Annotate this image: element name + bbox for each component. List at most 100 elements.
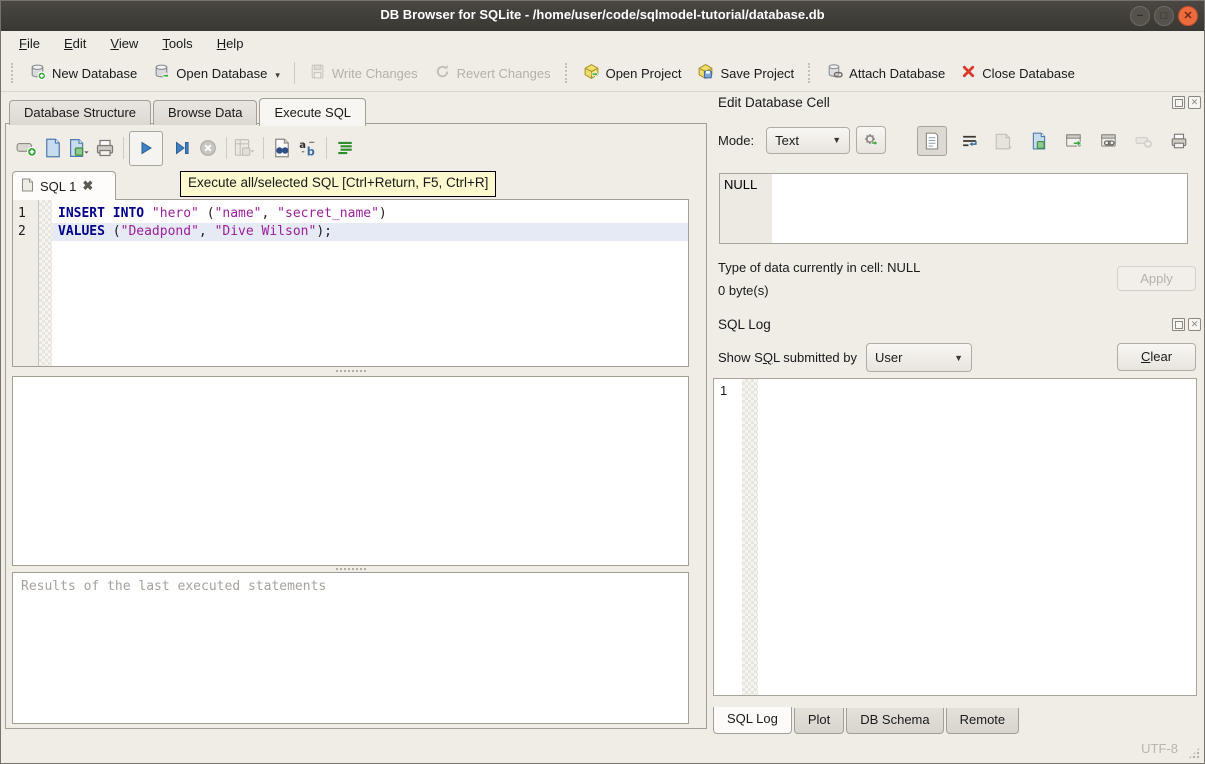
code-line-2: VALUES ("Deadpond", "Dive Wilson"); [52, 223, 688, 241]
close-database-button[interactable]: Close Database [953, 60, 1083, 86]
filter-label: Show SQL submitted by [718, 350, 857, 365]
toolbar-grip[interactable] [11, 63, 15, 83]
menu-view[interactable]: View [100, 34, 148, 53]
toolbar-separator [294, 62, 295, 84]
tab-sql-log[interactable]: SQL Log [713, 707, 792, 734]
tab-plot[interactable]: Plot [794, 708, 844, 734]
log-source-select[interactable]: User ▼ [866, 343, 972, 372]
dock-close-icon[interactable]: ✕ [1188, 318, 1201, 331]
results-grid-panel[interactable] [12, 376, 689, 566]
bottom-dock-tabs: SQL Log Plot DB Schema Remote [713, 708, 1021, 734]
line-number: 1 [18, 205, 38, 223]
cell-value: NULL [724, 177, 757, 192]
sql-document-icon [21, 178, 34, 195]
svg-text:a: a [299, 140, 306, 151]
new-database-icon [29, 63, 46, 83]
open-project-icon [583, 63, 600, 83]
edit-cell-dock-title: Edit Database Cell [718, 95, 830, 110]
cell-editor[interactable]: NULL [719, 173, 1188, 244]
mode-label: Mode: [718, 133, 754, 148]
export-icon[interactable] [1061, 128, 1087, 154]
splitter-handle[interactable] [12, 368, 689, 374]
find-replace-icon[interactable]: ab [295, 135, 321, 161]
sql-toolbar-separator [226, 137, 227, 159]
maximize-button[interactable]: □ [1154, 6, 1174, 26]
tab-database-structure[interactable]: Database Structure [9, 100, 151, 125]
encoding-indicator[interactable]: UTF-8 [1141, 741, 1178, 756]
results-message-panel[interactable]: Results of the last executed statements [12, 572, 689, 724]
tab-browse-data[interactable]: Browse Data [153, 100, 257, 125]
save-project-button[interactable]: Save Project [689, 59, 802, 87]
open-database-button[interactable]: Open Database ▾ [145, 59, 288, 87]
dock-float-icon[interactable] [1172, 318, 1185, 331]
attach-database-button[interactable]: Attach Database [818, 59, 953, 87]
open-database-icon [153, 63, 170, 83]
execute-all-icon [138, 140, 154, 156]
code-area[interactable]: INSERT INTO "hero" ("name", "secret_name… [52, 200, 688, 366]
gear-import-icon [863, 132, 879, 148]
menu-help[interactable]: Help [207, 34, 254, 53]
import-icon[interactable] [991, 128, 1017, 154]
menu-file[interactable]: File [9, 34, 50, 53]
save-sql-file-icon[interactable] [66, 135, 92, 161]
open-database-dropdown-icon[interactable]: ▾ [275, 70, 280, 83]
statusbar: UTF-8 [1, 734, 1204, 763]
minimize-button[interactable]: − [1130, 6, 1150, 26]
toolbar-grip[interactable] [565, 63, 569, 83]
link-icon[interactable] [1096, 128, 1122, 154]
find-icon[interactable] [269, 135, 295, 161]
apply-mode-button[interactable] [856, 126, 886, 154]
close-button[interactable]: ✕ [1178, 6, 1198, 26]
open-project-button[interactable]: Open Project [575, 59, 690, 87]
window-controls: − □ ✕ [1130, 6, 1198, 26]
menu-tools[interactable]: Tools [152, 34, 202, 53]
set-null-icon[interactable] [1131, 128, 1157, 154]
toolbar-grip[interactable] [808, 63, 812, 83]
save-as-icon[interactable] [1026, 128, 1052, 154]
app-window: DB Browser for SQLite - /home/user/code/… [0, 0, 1205, 764]
word-wrap-icon[interactable] [956, 128, 982, 154]
text-mode-icon[interactable] [917, 126, 947, 156]
open-sql-file-icon[interactable] [40, 135, 66, 161]
new-tab-icon[interactable] [14, 135, 40, 161]
mode-select[interactable]: Text ▼ [766, 127, 850, 154]
stop-icon[interactable] [195, 135, 221, 161]
new-database-button[interactable]: New Database [21, 59, 145, 87]
clear-log-button[interactable]: Clear [1117, 343, 1196, 371]
cell-editor-toolbar [917, 126, 1192, 156]
cell-type-info: Type of data currently in cell: NULL [718, 260, 920, 275]
chevron-down-icon: ▼ [954, 353, 963, 363]
execute-tooltip: Execute all/selected SQL [Ctrl+Return, F… [180, 171, 496, 197]
write-changes-button[interactable]: Write Changes [301, 59, 426, 87]
sql-document-tab-label: SQL 1 [40, 179, 76, 194]
sql-editor[interactable]: 1 2 INSERT INTO "hero" ("name", "secret_… [12, 199, 689, 367]
menubar: File Edit View Tools Help [1, 31, 1204, 55]
window-title: DB Browser for SQLite - /home/user/code/… [1, 7, 1204, 22]
revert-changes-button[interactable]: Revert Changes [426, 59, 559, 87]
sql-toolbar: ab [14, 130, 358, 166]
print-cell-icon[interactable] [1166, 128, 1192, 154]
sql-document-tab[interactable]: SQL 1 ✖ [12, 171, 116, 200]
sql-toolbar-separator [123, 137, 124, 159]
titlebar[interactable]: DB Browser for SQLite - /home/user/code/… [1, 1, 1204, 31]
close-database-icon [961, 64, 976, 82]
apply-button[interactable]: Apply [1117, 266, 1196, 291]
tab-remote[interactable]: Remote [946, 708, 1020, 734]
sql-log-dock-buttons: ✕ [1172, 318, 1201, 331]
dock-close-icon[interactable]: ✕ [1188, 96, 1201, 109]
sql-document-close-icon[interactable]: ✖ [82, 178, 93, 194]
tab-execute-sql[interactable]: Execute SQL [259, 98, 366, 126]
svg-text:b: b [307, 146, 315, 159]
execute-all-button[interactable] [129, 131, 163, 166]
tab-db-schema[interactable]: DB Schema [846, 708, 943, 734]
execute-current-line-icon[interactable] [169, 135, 195, 161]
menu-edit[interactable]: Edit [54, 34, 96, 53]
resize-grip[interactable] [1188, 747, 1200, 759]
print-icon[interactable] [92, 135, 118, 161]
auto-format-icon[interactable] [332, 135, 358, 161]
dock-float-icon[interactable] [1172, 96, 1185, 109]
sql-log-dock-title: SQL Log [718, 317, 771, 332]
log-line-number: 1 [714, 379, 742, 695]
save-results-icon[interactable] [232, 135, 258, 161]
sql-log-view[interactable]: 1 [713, 378, 1197, 696]
